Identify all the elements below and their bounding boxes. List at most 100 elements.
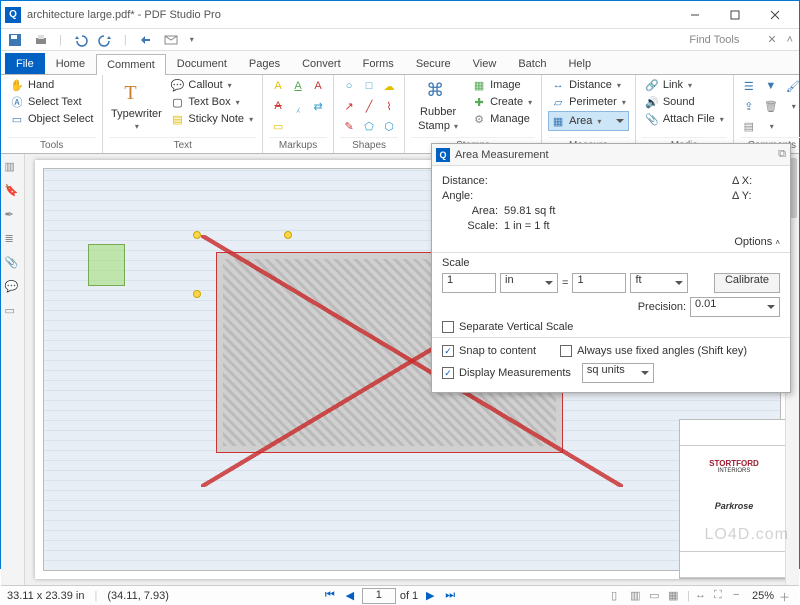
tab-comment[interactable]: Comment: [96, 54, 166, 75]
attach-button[interactable]: 📎Attach File▾: [642, 111, 727, 127]
next-page-button[interactable]: ▶: [422, 588, 438, 604]
last-page-button[interactable]: ⏭: [442, 588, 458, 604]
precision-select[interactable]: 0.01: [690, 297, 780, 317]
tab-convert[interactable]: Convert: [291, 53, 352, 74]
ribbon-collapse-icon[interactable]: ˄: [787, 34, 793, 46]
attachments-icon[interactable]: 📎: [5, 256, 21, 272]
fixed-angles-checkbox[interactable]: Always use fixed angles (Shift key): [560, 345, 747, 357]
arrow-icon[interactable]: ↗: [340, 97, 358, 115]
fit-page-icon[interactable]: ⛶: [714, 589, 728, 603]
comments-delete-icon[interactable]: 🗑: [762, 97, 780, 115]
scale-to-unit-select[interactable]: ft: [630, 273, 688, 293]
strikeout-icon[interactable]: A: [269, 97, 287, 115]
options-toggle[interactable]: Options ˄: [442, 236, 780, 248]
scale-from-unit-select[interactable]: in: [500, 273, 558, 293]
zoom-in-icon[interactable]: ＋: [779, 589, 793, 603]
callout-button[interactable]: 💬Callout▾: [167, 77, 256, 93]
fit-width-icon[interactable]: ↔: [695, 589, 709, 603]
scale-from-value-input[interactable]: 1: [442, 273, 496, 293]
underline-icon[interactable]: A: [289, 77, 307, 95]
revert-icon[interactable]: [137, 32, 153, 48]
squiggly-icon[interactable]: A: [309, 77, 327, 95]
select-text-tool[interactable]: ⒶSelect Text: [7, 94, 96, 110]
comments-export-icon[interactable]: ⇪: [740, 97, 758, 115]
find-tools-input[interactable]: Find Tools: [689, 34, 749, 46]
display-meas-checkbox[interactable]: ✓Display Measurements sq units: [442, 363, 780, 383]
pencil-icon[interactable]: ✎: [340, 117, 358, 135]
textbox-button[interactable]: ▢Text Box▾: [167, 94, 256, 110]
tab-home[interactable]: Home: [45, 53, 96, 74]
image-stamp-button[interactable]: ▦Image: [469, 77, 535, 93]
tab-view[interactable]: View: [462, 53, 508, 74]
tab-document[interactable]: Document: [166, 53, 238, 74]
square-icon[interactable]: □: [360, 77, 378, 95]
polygon-icon[interactable]: ⬠: [360, 117, 378, 135]
panel-dock-icon[interactable]: ⧉: [778, 148, 786, 161]
page-number-input[interactable]: 1: [362, 588, 396, 604]
close-button[interactable]: [755, 1, 795, 29]
area-button[interactable]: ▦Area▾: [548, 111, 629, 131]
sticky-button[interactable]: ▤Sticky Note▾: [167, 111, 256, 127]
comments-panel-icon[interactable]: 💬: [5, 280, 21, 296]
prev-page-button[interactable]: ◀: [342, 588, 358, 604]
qat-dropdown-icon[interactable]: ▾: [190, 35, 194, 44]
comments-filter-icon[interactable]: ▼: [762, 77, 780, 95]
signatures-icon[interactable]: ✒: [5, 208, 21, 224]
first-page-button[interactable]: ⏮: [322, 588, 338, 604]
email-icon[interactable]: [163, 32, 179, 48]
bookmarks-icon[interactable]: 🔖: [5, 184, 21, 200]
tab-secure[interactable]: Secure: [405, 53, 462, 74]
calibrate-button[interactable]: Calibrate: [714, 273, 780, 293]
zoom-level[interactable]: 25%: [752, 590, 774, 602]
zoom-out-icon[interactable]: −: [733, 589, 747, 603]
tab-forms[interactable]: Forms: [352, 53, 405, 74]
save-icon[interactable]: [7, 32, 23, 48]
single-page-icon[interactable]: ▯: [611, 589, 625, 603]
layers-icon[interactable]: ≣: [5, 232, 21, 248]
tab-file[interactable]: File: [5, 53, 45, 74]
pages-panel-icon[interactable]: ▥: [5, 160, 21, 176]
tab-pages[interactable]: Pages: [238, 53, 291, 74]
tab-help[interactable]: Help: [557, 53, 602, 74]
comments-more-icon[interactable]: ▾: [785, 97, 800, 115]
comments-format-icon[interactable]: 🖌: [784, 77, 800, 95]
continuous-icon[interactable]: ▥: [630, 589, 644, 603]
minimize-button[interactable]: [675, 1, 715, 29]
typewriter-button[interactable]: T Typewriter ▾: [109, 77, 163, 135]
redo-icon[interactable]: [98, 32, 114, 48]
maximize-button[interactable]: [715, 1, 755, 29]
create-stamp-button[interactable]: ✚Create▾: [469, 94, 535, 110]
forms-panel-icon[interactable]: ▭: [5, 304, 21, 320]
polyline-icon[interactable]: ⌇: [380, 97, 398, 115]
distance-button[interactable]: ↔Distance▾: [548, 77, 629, 93]
rubber-stamp-button[interactable]: ⌘ Rubber Stamp ▾: [411, 77, 465, 135]
separate-vertical-checkbox[interactable]: Separate Vertical Scale: [442, 321, 780, 333]
facing-icon[interactable]: ▭: [649, 589, 663, 603]
facing-cont-icon[interactable]: ▦: [668, 589, 682, 603]
object-select-tool[interactable]: ▭Object Select: [7, 111, 96, 127]
distance-icon: ↔: [551, 78, 565, 92]
link-button[interactable]: 🔗Link▾: [642, 77, 727, 93]
highlight-icon[interactable]: A: [269, 77, 287, 95]
comments-list-icon[interactable]: ☰: [740, 77, 758, 95]
findtools-close-icon[interactable]: ✕: [767, 33, 776, 46]
circle-icon[interactable]: ○: [340, 77, 358, 95]
sound-button[interactable]: 🔊Sound: [642, 94, 727, 110]
undo-icon[interactable]: [72, 32, 88, 48]
line-icon[interactable]: ╱: [360, 97, 378, 115]
hand-tool[interactable]: ✋Hand: [7, 77, 96, 93]
cloud-poly-icon[interactable]: ⬡: [380, 117, 398, 135]
scale-to-value-input[interactable]: 1: [572, 273, 626, 293]
manage-stamp-button[interactable]: ⚙Manage: [469, 111, 535, 127]
units-select[interactable]: sq units: [582, 363, 654, 383]
perimeter-button[interactable]: ▱Perimeter▾: [548, 94, 629, 110]
markup-area-icon[interactable]: ▭: [269, 117, 287, 135]
snap-checkbox[interactable]: ✓Snap to content: [442, 345, 536, 357]
comments-flatten-icon[interactable]: ▤: [740, 117, 758, 135]
print-icon[interactable]: [33, 32, 49, 48]
group-markups: A A A A ⁁ ⇄ ▭ Markups: [263, 75, 334, 153]
insert-icon[interactable]: ⁁: [289, 97, 307, 115]
replace-icon[interactable]: ⇄: [309, 97, 327, 115]
cloud-icon[interactable]: ☁: [380, 77, 398, 95]
tab-batch[interactable]: Batch: [507, 53, 557, 74]
